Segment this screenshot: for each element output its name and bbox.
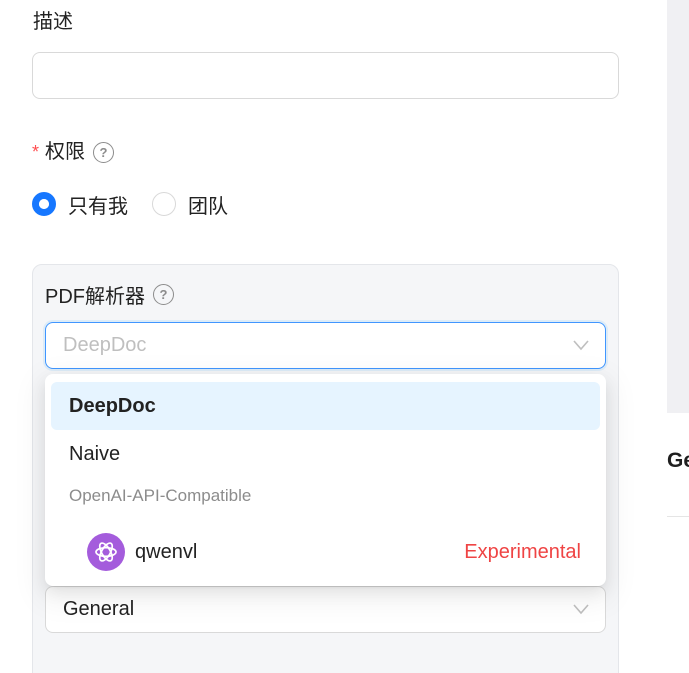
chevron-down-icon <box>573 340 589 351</box>
radio-checked-icon[interactable] <box>32 192 56 216</box>
radio-unchecked-icon[interactable] <box>152 192 176 216</box>
pdf-parser-select[interactable]: DeepDoc <box>45 322 606 369</box>
radio-team[interactable]: 团队 <box>152 190 228 219</box>
chunk-method-value: General <box>63 598 135 620</box>
chunk-method-select[interactable]: General <box>45 586 606 633</box>
permission-label-row: * 权限 ? <box>32 138 115 166</box>
right-panel-text: Ge <box>667 449 689 472</box>
pdf-parser-label: PDF解析器 <box>45 285 145 308</box>
help-icon[interactable]: ? <box>93 141 115 163</box>
option-naive[interactable]: Naive <box>51 430 600 478</box>
permission-label: 权限 <box>45 141 86 163</box>
experimental-badge: Experimental <box>464 540 581 563</box>
pdf-parser-dropdown: DeepDoc Naive OpenAI-API-Compatible qwen… <box>45 374 606 586</box>
right-panel-divider <box>667 516 689 517</box>
radio-team-label: 团队 <box>188 195 228 218</box>
openai-logo-icon <box>87 533 125 571</box>
permission-radio-group: 只有我 团队 <box>32 190 252 218</box>
option-group-label: OpenAI-API-Compatible <box>69 486 252 505</box>
pdf-parser-placeholder: DeepDoc <box>63 334 147 356</box>
page: 描述 * 权限 ? 只有我 团队 PDF解析器 ? DeepDoc Genera… <box>0 0 689 673</box>
help-icon[interactable]: ? <box>153 283 174 305</box>
option-qwenvl[interactable]: qwenvl Experimental <box>51 528 600 576</box>
description-label: 描述 <box>33 11 73 33</box>
option-qwenvl-label: qwenvl <box>135 540 198 563</box>
right-side-panel <box>667 0 689 413</box>
chevron-down-icon <box>573 604 589 615</box>
radio-only-me[interactable]: 只有我 <box>32 190 128 219</box>
radio-only-me-label: 只有我 <box>68 195 128 218</box>
option-deepdoc[interactable]: DeepDoc <box>51 382 600 430</box>
required-mark: * <box>32 142 40 162</box>
description-input[interactable] <box>32 52 619 99</box>
pdf-parser-label-row: PDF解析器 ? <box>45 280 174 308</box>
